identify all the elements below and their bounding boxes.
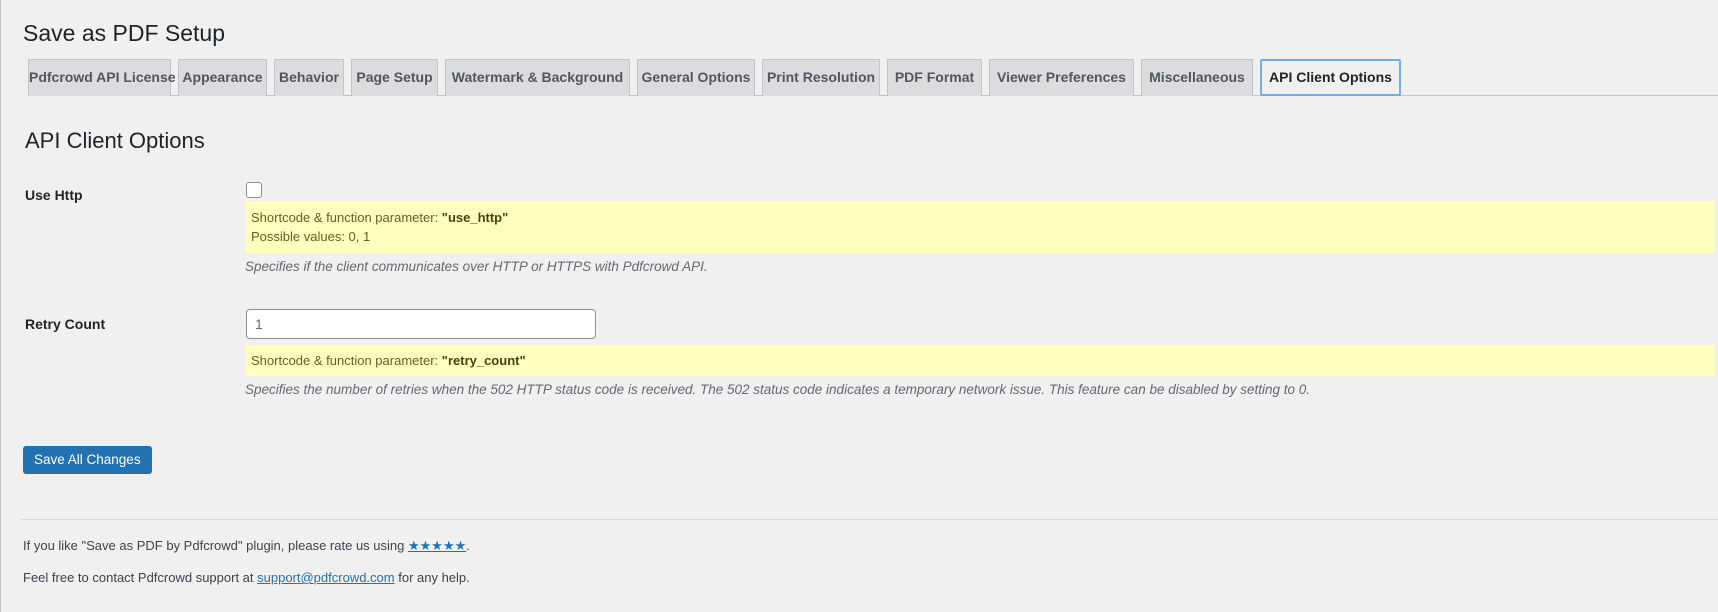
tab-behavior[interactable]: Behavior [274, 59, 344, 96]
use-http-parameter-note: Shortcode & function parameter: "use_htt… [245, 201, 1715, 253]
section-title: API Client Options [25, 128, 205, 153]
admin-menu-edge [0, 0, 1, 612]
footer-rate-line: If you like "Save as PDF by Pdfcrowd" pl… [23, 538, 470, 554]
retry-count-parameter-note: Shortcode & function parameter: "retry_c… [245, 345, 1715, 376]
use-http-label: Use Http [25, 187, 83, 203]
parameter-prefix: Shortcode & function parameter: [251, 210, 442, 225]
use-http-description: Specifies if the client communicates ove… [245, 259, 708, 274]
use-http-checkbox[interactable] [246, 182, 262, 198]
tab-watermark-background[interactable]: Watermark & Background [445, 59, 630, 96]
tab-miscellaneous[interactable]: Miscellaneous [1141, 59, 1253, 96]
rate-text: If you like "Save as PDF by Pdfcrowd" pl… [23, 538, 408, 553]
use-http-parameter-line: Shortcode & function parameter: "use_htt… [251, 208, 1709, 227]
retry-count-label: Retry Count [25, 316, 106, 332]
tab-viewer-preferences[interactable]: Viewer Preferences [989, 59, 1134, 96]
support-email-link[interactable]: support@pdfcrowd.com [257, 570, 394, 585]
rate-suffix: . [466, 538, 470, 553]
tab-general-options[interactable]: General Options [637, 59, 755, 96]
tab-pdfcrowd-api-license[interactable]: Pdfcrowd API License [28, 59, 176, 96]
retry-count-description: Specifies the number of retries when the… [245, 382, 1311, 397]
footer-support-line: Feel free to contact Pdfcrowd support at… [23, 570, 470, 585]
tab-pdf-format[interactable]: PDF Format [887, 59, 982, 96]
nav-tab-wrapper: Pdfcrowd API License Appearance Behavior… [28, 59, 1718, 96]
support-suffix: for any help. [394, 570, 470, 585]
rate-stars-link[interactable]: ★★★★★ [408, 538, 466, 553]
tab-print-resolution[interactable]: Print Resolution [762, 59, 880, 96]
save-all-changes-button[interactable]: Save All Changes [23, 446, 152, 474]
parameter-name: "retry_count" [441, 353, 526, 368]
parameter-name: "use_http" [441, 210, 509, 225]
support-text: Feel free to contact Pdfcrowd support at [23, 570, 258, 585]
page-title: Save as PDF Setup [23, 20, 225, 46]
use-http-possible-values: Possible values: 0, 1 [251, 229, 371, 244]
parameter-prefix: Shortcode & function parameter: [251, 353, 442, 368]
retry-count-input[interactable]: 1 [246, 309, 596, 339]
retry-count-parameter-line: Shortcode & function parameter: "retry_c… [251, 351, 1709, 370]
tab-page-setup[interactable]: Page Setup [351, 59, 438, 96]
tab-api-client-options[interactable]: API Client Options [1260, 59, 1401, 96]
footer-divider [20, 519, 1718, 520]
tab-appearance[interactable]: Appearance [178, 59, 267, 96]
